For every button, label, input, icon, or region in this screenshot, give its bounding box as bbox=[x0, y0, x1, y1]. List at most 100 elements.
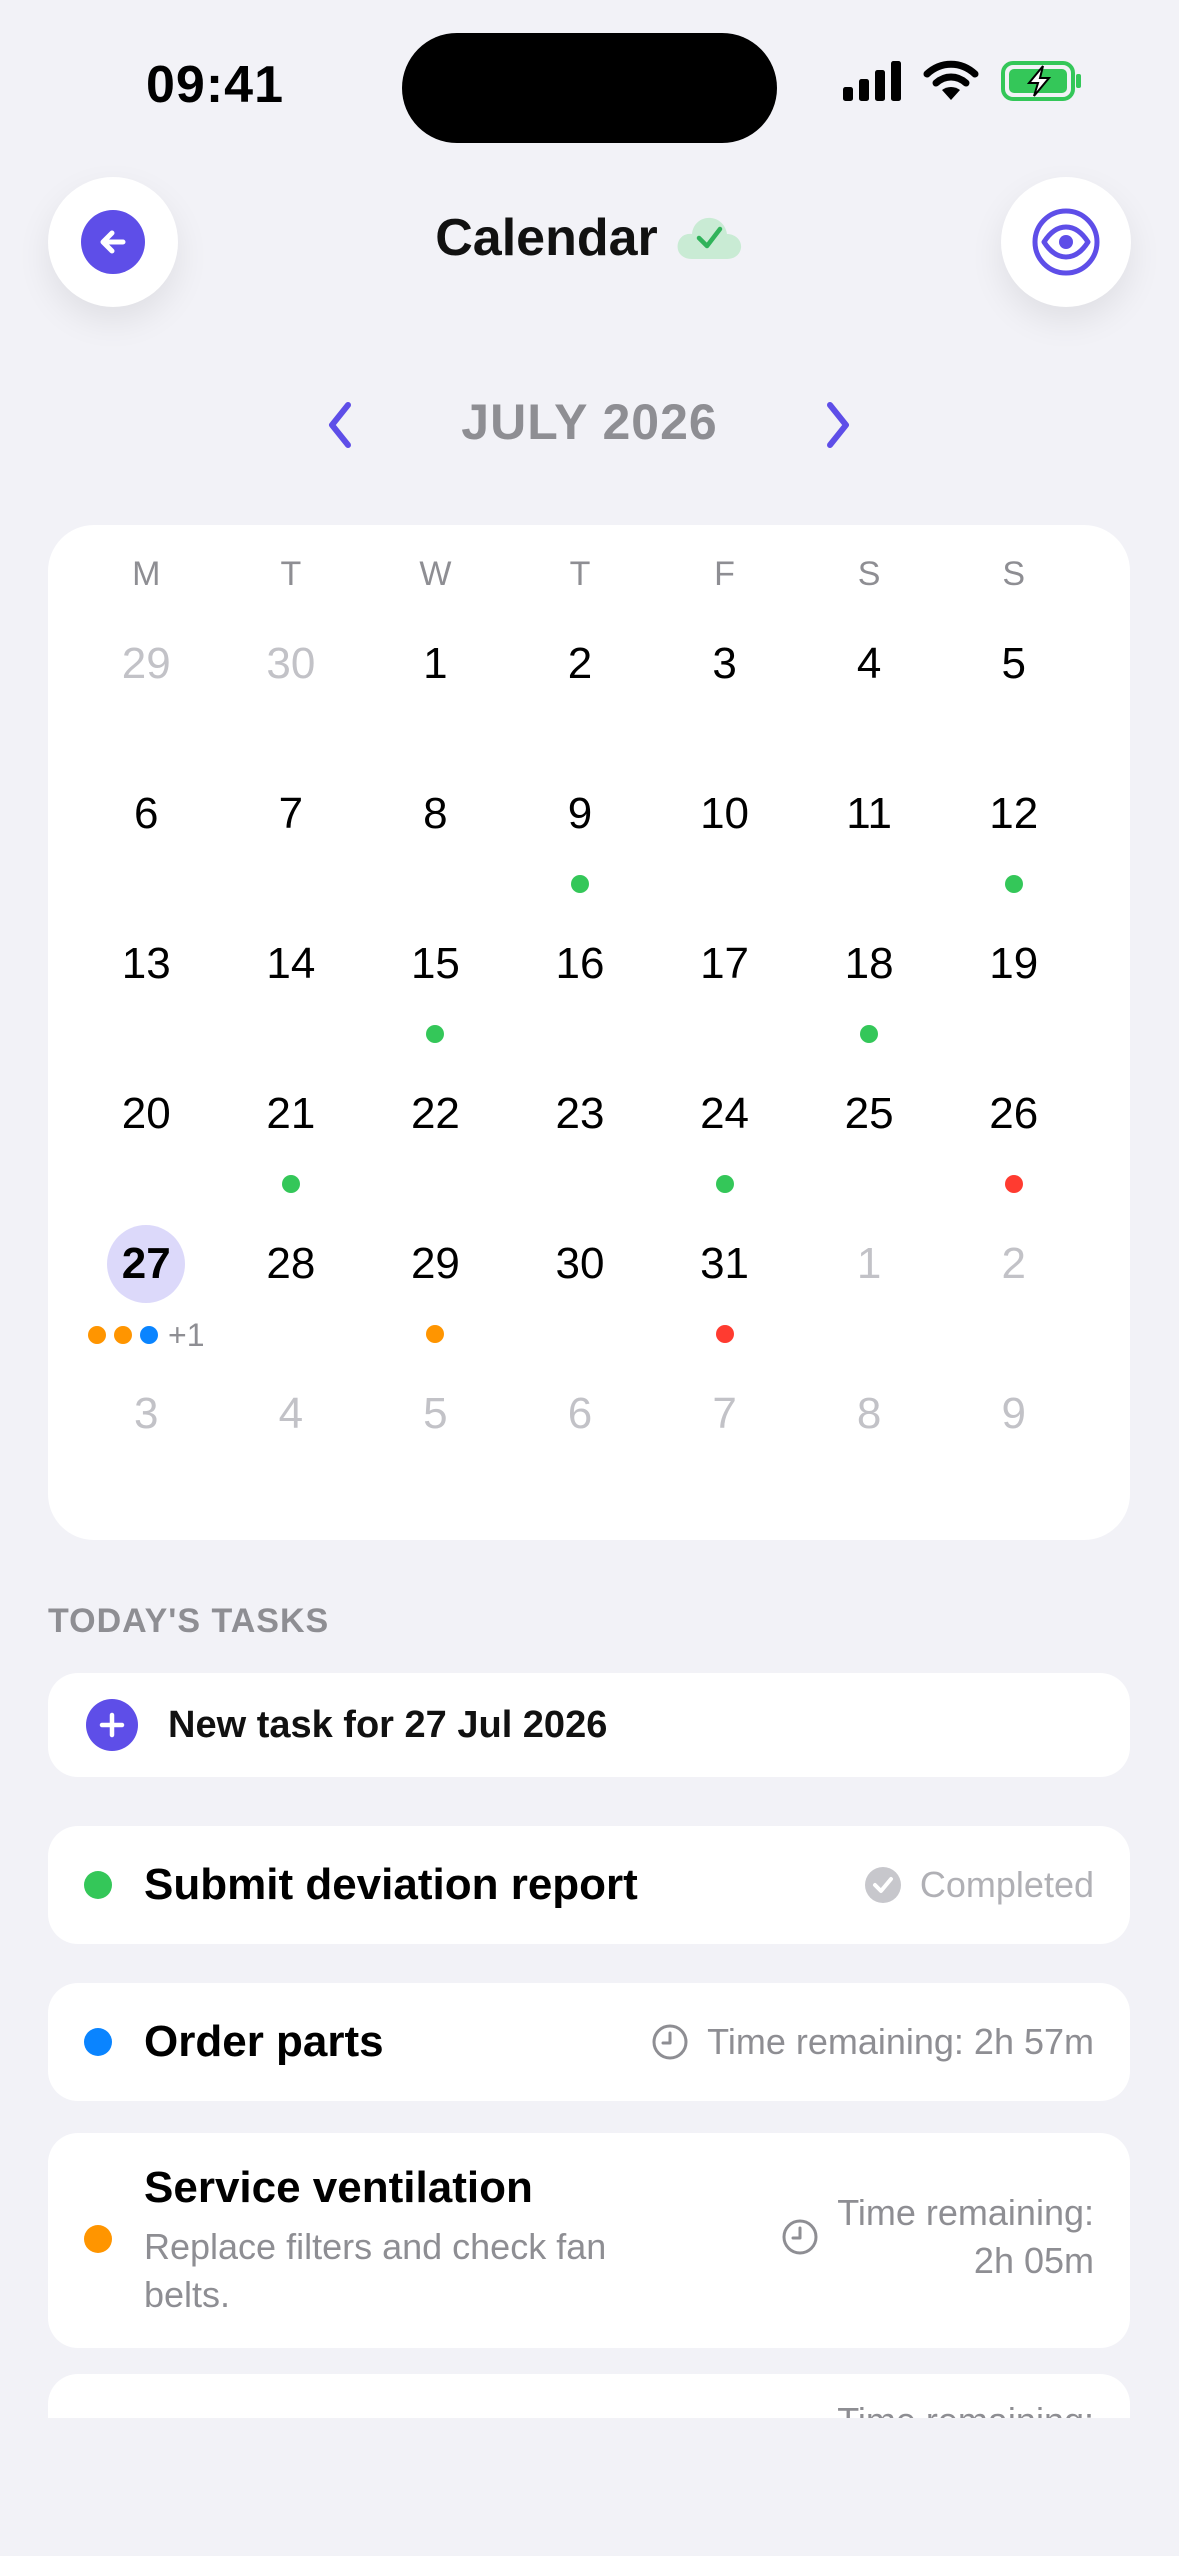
calendar-day[interactable]: 9 bbox=[941, 1375, 1086, 1525]
month-navigation: JULY 2026 bbox=[0, 385, 1179, 465]
calendar-day[interactable]: 24 bbox=[652, 1075, 797, 1225]
event-dot bbox=[88, 1326, 107, 1344]
calendar-day-number: 13 bbox=[121, 939, 171, 988]
calendar-day-number: 24 bbox=[700, 1089, 750, 1138]
clock-icon bbox=[652, 2024, 688, 2060]
calendar-day[interactable]: 20 bbox=[74, 1075, 219, 1225]
calendar-day[interactable]: 1 bbox=[363, 625, 508, 775]
weekday-header: MTWTFSS bbox=[74, 555, 1086, 594]
calendar-day[interactable]: 31 bbox=[652, 1225, 797, 1375]
calendar-day[interactable]: 14 bbox=[219, 925, 364, 1075]
calendar-day-number: 9 bbox=[1001, 1389, 1026, 1438]
calendar-day[interactable]: 4 bbox=[219, 1375, 364, 1525]
event-dot bbox=[140, 1326, 159, 1344]
calendar-day[interactable]: 6 bbox=[508, 1375, 653, 1525]
calendar-day[interactable]: 8 bbox=[797, 1375, 942, 1525]
calendar-day-number: 3 bbox=[712, 639, 737, 688]
calendar-day[interactable]: 5 bbox=[363, 1375, 508, 1525]
task-item[interactable]: Time remaining: bbox=[48, 2374, 1130, 2418]
calendar-day[interactable]: 19 bbox=[941, 925, 1086, 1075]
calendar-day[interactable]: 4 bbox=[797, 625, 942, 775]
weekday-label: S bbox=[857, 555, 881, 593]
calendar-day-number: 6 bbox=[134, 789, 159, 838]
calendar-day[interactable]: 25 bbox=[797, 1075, 942, 1225]
calendar-day[interactable]: 13 bbox=[74, 925, 219, 1075]
task-color-dot bbox=[84, 1871, 112, 1899]
calendar-day[interactable]: 2 bbox=[508, 625, 653, 775]
event-dots bbox=[941, 1175, 1086, 1193]
event-dots bbox=[652, 1175, 797, 1193]
calendar-day-number: 21 bbox=[266, 1089, 316, 1138]
calendar-day-number: 7 bbox=[712, 1389, 737, 1438]
chevron-right-icon bbox=[827, 402, 849, 448]
next-month-button[interactable] bbox=[808, 393, 868, 457]
calendar-day[interactable]: 11 bbox=[797, 775, 942, 925]
task-status-text: Time remaining: 2h 57m bbox=[707, 2021, 1094, 2062]
calendar-day[interactable]: 3 bbox=[74, 1375, 219, 1525]
task-list-clip: Time remaining: bbox=[48, 2374, 1130, 2418]
calendar-day-number: 4 bbox=[856, 639, 882, 688]
task-status-line-2: 2h 05m bbox=[973, 2240, 1094, 2281]
calendar-day[interactable]: 7 bbox=[652, 1375, 797, 1525]
task-item[interactable]: Service ventilation Replace filters and … bbox=[48, 2133, 1130, 2348]
calendar-day[interactable]: 6 bbox=[74, 775, 219, 925]
calendar-day[interactable]: 3 bbox=[652, 625, 797, 775]
task-status-line-1: Time remaining: bbox=[837, 2192, 1094, 2233]
view-button[interactable] bbox=[1001, 177, 1131, 307]
calendar-day[interactable]: 15 bbox=[363, 925, 508, 1075]
calendar-day-number: 28 bbox=[266, 1239, 316, 1288]
calendar-day-number: 26 bbox=[989, 1089, 1039, 1138]
event-dot bbox=[281, 1175, 300, 1193]
weekday-label: F bbox=[714, 555, 735, 593]
event-dot bbox=[1004, 1175, 1023, 1193]
weekday-label: T bbox=[280, 555, 302, 593]
calendar-day-today[interactable]: 27 +1 bbox=[74, 1225, 219, 1375]
calendar-day[interactable]: 21 bbox=[219, 1075, 364, 1225]
calendar-day[interactable]: 18 bbox=[797, 925, 942, 1075]
calendar-day[interactable]: 29 bbox=[74, 625, 219, 775]
event-dots bbox=[363, 1325, 508, 1343]
calendar-day[interactable]: 30 bbox=[219, 625, 364, 775]
calendar-day-number: 1 bbox=[856, 1239, 882, 1288]
calendar-day[interactable]: 23 bbox=[508, 1075, 653, 1225]
calendar-day[interactable]: 26 bbox=[941, 1075, 1086, 1225]
calendar-day[interactable]: 8 bbox=[363, 775, 508, 925]
task-title: Order parts bbox=[144, 2017, 384, 2066]
calendar-day[interactable]: 1 bbox=[797, 1225, 942, 1375]
event-dot bbox=[570, 875, 589, 893]
calendar-day[interactable]: 17 bbox=[652, 925, 797, 1075]
calendar-day[interactable]: 2 bbox=[941, 1225, 1086, 1375]
calendar-day-number: 7 bbox=[278, 789, 304, 838]
calendar-day-number: 29 bbox=[410, 1239, 460, 1288]
event-dots bbox=[797, 1025, 942, 1043]
cellular-signal-icon bbox=[843, 61, 901, 101]
calendar-day-number: 17 bbox=[700, 939, 750, 988]
calendar-day[interactable]: 22 bbox=[363, 1075, 508, 1225]
task-item[interactable]: Order parts Time remaining: 2h 57m bbox=[48, 1983, 1130, 2101]
calendar-day-number: 20 bbox=[121, 1089, 171, 1138]
battery-charging-icon bbox=[1001, 61, 1081, 101]
event-dot bbox=[426, 1325, 445, 1343]
calendar-day-number: 30 bbox=[266, 639, 316, 688]
calendar-day-number: 4 bbox=[278, 1389, 304, 1438]
new-task-button[interactable]: New task for 27 Jul 2026 bbox=[48, 1673, 1130, 1777]
calendar-day[interactable]: 16 bbox=[508, 925, 653, 1075]
more-events-count: +1 bbox=[168, 1317, 205, 1353]
calendar-day-number: 8 bbox=[423, 789, 448, 838]
event-dot bbox=[860, 1025, 879, 1043]
calendar-grid: 29 30 1 2 3 4 5 6 7 8 9 10 11 12 13 14 15 16 17 18 19 20 21 22 2… bbox=[74, 625, 1086, 1525]
calendar-day[interactable]: 30 bbox=[508, 1225, 653, 1375]
calendar-day[interactable]: 28 bbox=[219, 1225, 364, 1375]
calendar-day[interactable]: 5 bbox=[941, 625, 1086, 775]
task-status-text: Completed bbox=[919, 1864, 1094, 1905]
calendar-day-number: 1 bbox=[423, 639, 448, 688]
event-dot bbox=[426, 1025, 445, 1043]
calendar-day[interactable]: 9 bbox=[508, 775, 653, 925]
section-title-todays-tasks: TODAY'S TASKS bbox=[48, 1602, 330, 1640]
calendar-day[interactable]: 7 bbox=[219, 775, 364, 925]
task-item[interactable]: Submit deviation report Completed bbox=[48, 1826, 1130, 1944]
calendar-day[interactable]: 10 bbox=[652, 775, 797, 925]
task-title: Submit deviation report bbox=[144, 1860, 638, 1909]
calendar-day[interactable]: 12 bbox=[941, 775, 1086, 925]
calendar-day[interactable]: 29 bbox=[363, 1225, 508, 1375]
